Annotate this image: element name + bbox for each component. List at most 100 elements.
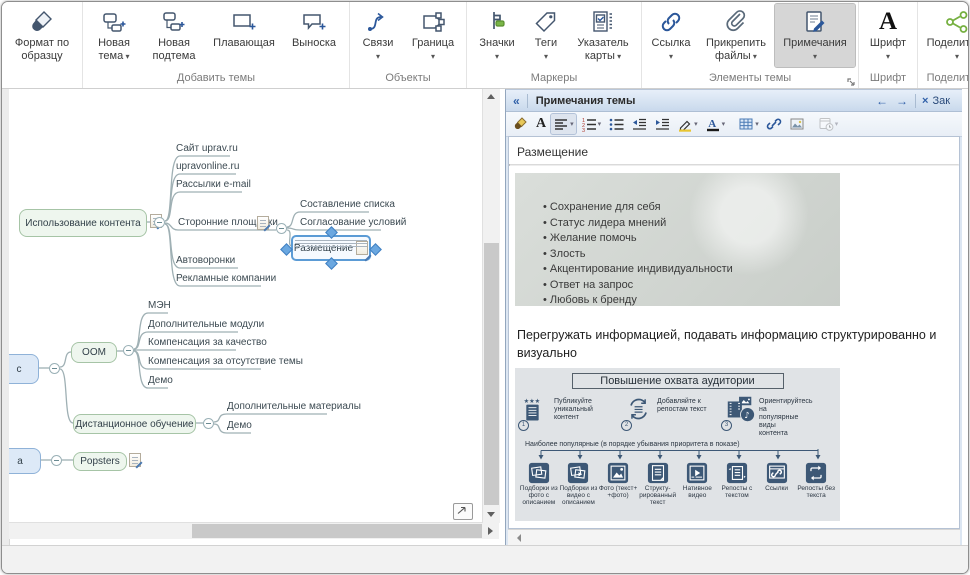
- font-icon: A: [879, 7, 897, 37]
- map-topic-modules[interactable]: Дополнительные модули: [148, 319, 264, 330]
- map-topic-list-making[interactable]: Составление списка: [300, 199, 395, 210]
- highlight-button[interactable]: ▾: [675, 114, 700, 134]
- ribbon-group-label: Шрифт: [862, 70, 914, 88]
- scrollbar-thumb[interactable]: [484, 243, 499, 505]
- repost-icon: [805, 462, 827, 484]
- relationships-button[interactable]: Связи: [353, 4, 403, 67]
- font-button[interactable]: A Шрифт: [862, 4, 914, 67]
- content-type-item: Структу-рированный текст: [638, 462, 678, 506]
- insert-link-button[interactable]: [764, 114, 784, 134]
- insert-datetime-button[interactable]: ▾: [816, 114, 841, 134]
- scroll-up-arrow[interactable]: [483, 89, 500, 105]
- collapse-panel-icon[interactable]: «: [506, 94, 527, 108]
- callout-button[interactable]: Выноска: [282, 4, 346, 67]
- selection-handle-top[interactable]: [325, 226, 338, 239]
- relationship-icon: [365, 7, 391, 37]
- link-button[interactable]: Ссылка: [645, 4, 697, 67]
- notes-horizontal-scrollbar[interactable]: [508, 529, 960, 545]
- format-painter-icon: [29, 7, 55, 37]
- note-icon[interactable]: [257, 216, 269, 230]
- map-vertical-scrollbar[interactable]: [482, 89, 500, 523]
- indent-button[interactable]: [652, 114, 672, 134]
- insert-image-button[interactable]: [787, 114, 807, 134]
- selection-handle-bottom[interactable]: [325, 257, 338, 270]
- map-topic-comp-quality[interactable]: Компенсация за качество: [148, 337, 267, 348]
- map-topic-terms[interactable]: Согласование условий: [300, 217, 406, 228]
- list-item: Акцентирование индивидуальности: [543, 262, 840, 278]
- boundary-button[interactable]: Граница: [403, 4, 463, 67]
- format-painter-button[interactable]: Формат по образцу: [5, 4, 79, 67]
- numbered-list-button[interactable]: 123▾: [579, 114, 604, 134]
- selection-handle-right[interactable]: [369, 243, 382, 256]
- map-topic-autofunnels[interactable]: Автоворонки: [176, 255, 235, 266]
- map-horizontal-scrollbar[interactable]: [9, 522, 482, 539]
- notes-content[interactable]: Размещение Сохранение для себя Статус ли…: [508, 136, 960, 529]
- map-index-icon: [590, 7, 616, 37]
- ribbon-group-share: Поделиться Поделиться: [918, 2, 969, 88]
- collapse-toggle[interactable]: [276, 223, 287, 234]
- map-topic-use-content[interactable]: Использование контента: [19, 209, 147, 237]
- map-topic-distance-learning[interactable]: Дистанционное обучение: [73, 414, 196, 434]
- tags-button[interactable]: Теги: [524, 4, 568, 67]
- format-painter-button[interactable]: [511, 114, 531, 134]
- map-topic-popsters[interactable]: Popsters: [73, 452, 127, 471]
- close-panel-button[interactable]: × Зак: [922, 95, 962, 107]
- map-topic-site-uprav[interactable]: Сайт uprav.ru: [176, 143, 238, 154]
- tag-icon: [533, 7, 559, 37]
- map-topic-comp-absence[interactable]: Компенсация за отсутствие темы: [148, 356, 303, 367]
- step-text: Добавляйте к репостам текст: [657, 394, 707, 414]
- notes-button[interactable]: Примечания: [775, 4, 855, 67]
- map-topic-demo-1[interactable]: Демо: [148, 375, 173, 386]
- new-topic-button[interactable]: Новая тема: [86, 4, 142, 67]
- callout-icon: [301, 7, 327, 37]
- share-button[interactable]: Поделиться: [921, 4, 969, 67]
- map-topic-ad-companies[interactable]: Рекламные компании: [176, 273, 276, 284]
- collapse-toggle[interactable]: [154, 217, 165, 228]
- map-index-button[interactable]: Указатель карты: [568, 4, 638, 67]
- repost-with-text-icon: [726, 462, 748, 484]
- map-topic-men[interactable]: МЭН: [148, 300, 171, 311]
- collapse-toggle[interactable]: [123, 345, 134, 356]
- divider: [915, 94, 916, 108]
- bullet-list-button[interactable]: [606, 114, 626, 134]
- diagram-title: Повышение охвата аудитории: [572, 373, 784, 389]
- font-color-button[interactable]: A▾: [703, 114, 728, 134]
- scrollbar-thumb[interactable]: [192, 524, 482, 538]
- note-icon[interactable]: [356, 241, 368, 255]
- scroll-left-arrow[interactable]: [513, 534, 521, 542]
- floating-topic-button[interactable]: Плавающая: [206, 4, 282, 67]
- map-topic-cut-left-2[interactable]: а: [9, 448, 41, 474]
- note-icon[interactable]: [129, 453, 141, 467]
- forward-arrow-icon[interactable]: →: [896, 94, 908, 108]
- scroll-down-arrow[interactable]: [483, 507, 500, 523]
- collapse-toggle[interactable]: [51, 455, 62, 466]
- map-topic-demo-2[interactable]: Демо: [227, 420, 252, 431]
- step-text: Публикуйте уникальный контент: [554, 394, 604, 422]
- align-button[interactable]: ▾: [551, 114, 576, 134]
- map-topic-upravonline[interactable]: upravonline.ru: [176, 161, 239, 172]
- table-button[interactable]: ▾: [736, 114, 761, 134]
- dialog-launcher-icon[interactable]: [846, 76, 856, 86]
- svg-text:3: 3: [582, 128, 585, 132]
- selection-handle-left[interactable]: [280, 243, 293, 256]
- icons-button[interactable]: Значки: [470, 4, 524, 67]
- map-topic-cut-left-1[interactable]: с: [9, 354, 39, 384]
- scroll-right-arrow[interactable]: [482, 523, 499, 539]
- attach-files-button[interactable]: Прикрепить файлы: [697, 4, 775, 67]
- step-number: 3: [721, 420, 732, 431]
- map-topic-placement-selected[interactable]: Размещение: [291, 235, 371, 261]
- map-topic-materials[interactable]: Дополнительные материалы: [227, 401, 361, 412]
- fit-map-button[interactable]: [453, 503, 473, 520]
- map-topic-oom[interactable]: ООМ: [71, 342, 117, 363]
- map-canvas[interactable]: Использование контента Сайт uprav.ru upr…: [9, 89, 482, 539]
- font-button[interactable]: A: [534, 114, 548, 134]
- list-item: Желание помочь: [543, 231, 840, 247]
- collapse-toggle[interactable]: [49, 363, 60, 374]
- ribbon-group-topic-elements: Ссылка Прикрепить файлы Примечания: [642, 2, 859, 88]
- new-subtopic-button[interactable]: Новая подтема: [142, 4, 206, 67]
- back-arrow-icon[interactable]: ←: [876, 94, 888, 108]
- collapse-toggle[interactable]: [203, 418, 214, 429]
- map-topic-email[interactable]: Рассылки e-mail: [176, 179, 251, 190]
- ribbon-group-objects: Связи Граница Объекты: [350, 2, 467, 88]
- outdent-button[interactable]: [629, 114, 649, 134]
